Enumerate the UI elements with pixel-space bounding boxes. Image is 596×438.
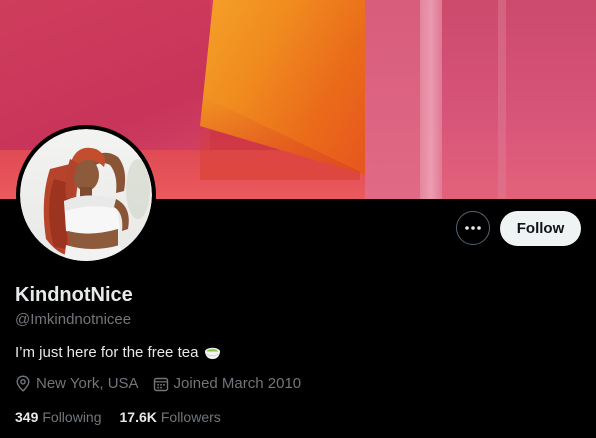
joined-text: Joined March 2010 bbox=[173, 375, 302, 392]
profile-handle: @Imkindnotnicee bbox=[15, 311, 132, 328]
profile-bio: I’m just here for the free tea bbox=[15, 344, 221, 361]
followers-link[interactable]: 17.6K Followers bbox=[120, 409, 221, 425]
banner-pillar-edge bbox=[498, 0, 506, 199]
more-options-button[interactable] bbox=[456, 211, 490, 245]
profile-joined-date: Joined March 2010 bbox=[153, 375, 302, 392]
follow-button[interactable]: Follow bbox=[500, 211, 581, 246]
following-count: 349 bbox=[15, 409, 39, 425]
following-link[interactable]: 349 Following bbox=[15, 409, 102, 425]
banner-right-panel bbox=[365, 0, 425, 199]
banner-far-right-wall bbox=[425, 0, 596, 199]
calendar-icon bbox=[153, 377, 168, 391]
profile-location: New York, USA bbox=[15, 375, 139, 392]
profile-page: Follow KindnotNice @Imkindnotnicee I’m j… bbox=[0, 0, 596, 438]
more-options-icon bbox=[465, 226, 481, 230]
avatar-photo bbox=[20, 129, 152, 261]
location-text: New York, USA bbox=[36, 375, 139, 392]
followers-label: Followers bbox=[160, 409, 221, 425]
location-pin-icon bbox=[16, 375, 30, 392]
profile-display-name: KindnotNice bbox=[15, 284, 133, 306]
following-label: Following bbox=[42, 409, 102, 425]
bio-text: I’m just here for the free tea bbox=[15, 344, 199, 361]
profile-avatar[interactable] bbox=[16, 125, 156, 265]
profile-stats-row: 349 Following 17.6K Followers bbox=[15, 409, 239, 425]
profile-meta-row: New York, USA Joined March 2010 bbox=[15, 375, 315, 392]
banner-pillar bbox=[420, 0, 442, 199]
followers-count: 17.6K bbox=[119, 409, 157, 425]
avatar-portrait-illustration bbox=[43, 147, 150, 261]
matcha-tea-emoji-icon bbox=[205, 347, 221, 360]
